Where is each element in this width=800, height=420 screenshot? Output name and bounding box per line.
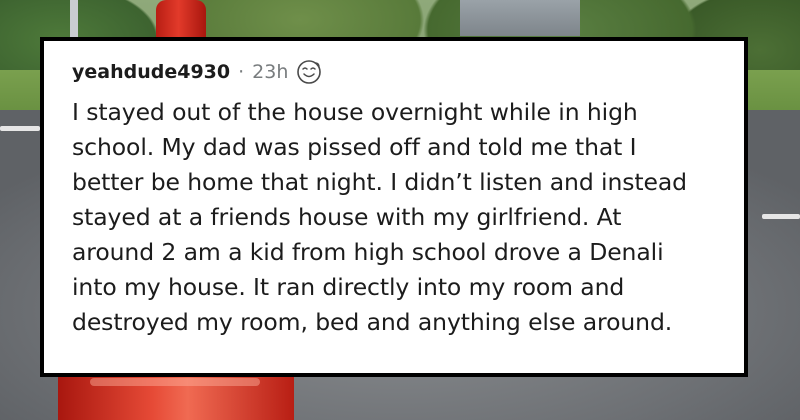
- road-marking: [762, 214, 800, 219]
- comment-body-line: I stayed out of the house overnight whil…: [72, 98, 638, 126]
- comment-meta: yeahdude4930 · 23h: [72, 57, 722, 87]
- emoji-award-icon: [296, 59, 322, 85]
- comment-body-line: destroyed my room, bed and anything else…: [72, 308, 673, 336]
- road-marking: [0, 126, 40, 131]
- comment-body-line: around 2 am a kid from high school drove…: [72, 238, 664, 266]
- comment-username[interactable]: yeahdude4930: [72, 61, 230, 83]
- meta-separator: ·: [238, 61, 245, 83]
- comment-body: I stayed out of the house overnight whil…: [72, 95, 722, 340]
- traffic-cone-stripe: [90, 378, 260, 386]
- comment-body-line: stayed at a friends house with my girlfr…: [72, 203, 622, 231]
- comment-body-line: better be home that night. I didn’t list…: [72, 168, 687, 196]
- comment-timestamp[interactable]: 23h: [252, 61, 288, 83]
- comment-card: yeahdude4930 · 23h I stayed out of the h…: [40, 37, 748, 377]
- background-house: [460, 0, 580, 36]
- traffic-cone-top: [156, 0, 206, 42]
- comment-body-line: into my house. It ran directly into my r…: [72, 273, 625, 301]
- comment-body-line: school. My dad was pissed off and told m…: [72, 133, 637, 161]
